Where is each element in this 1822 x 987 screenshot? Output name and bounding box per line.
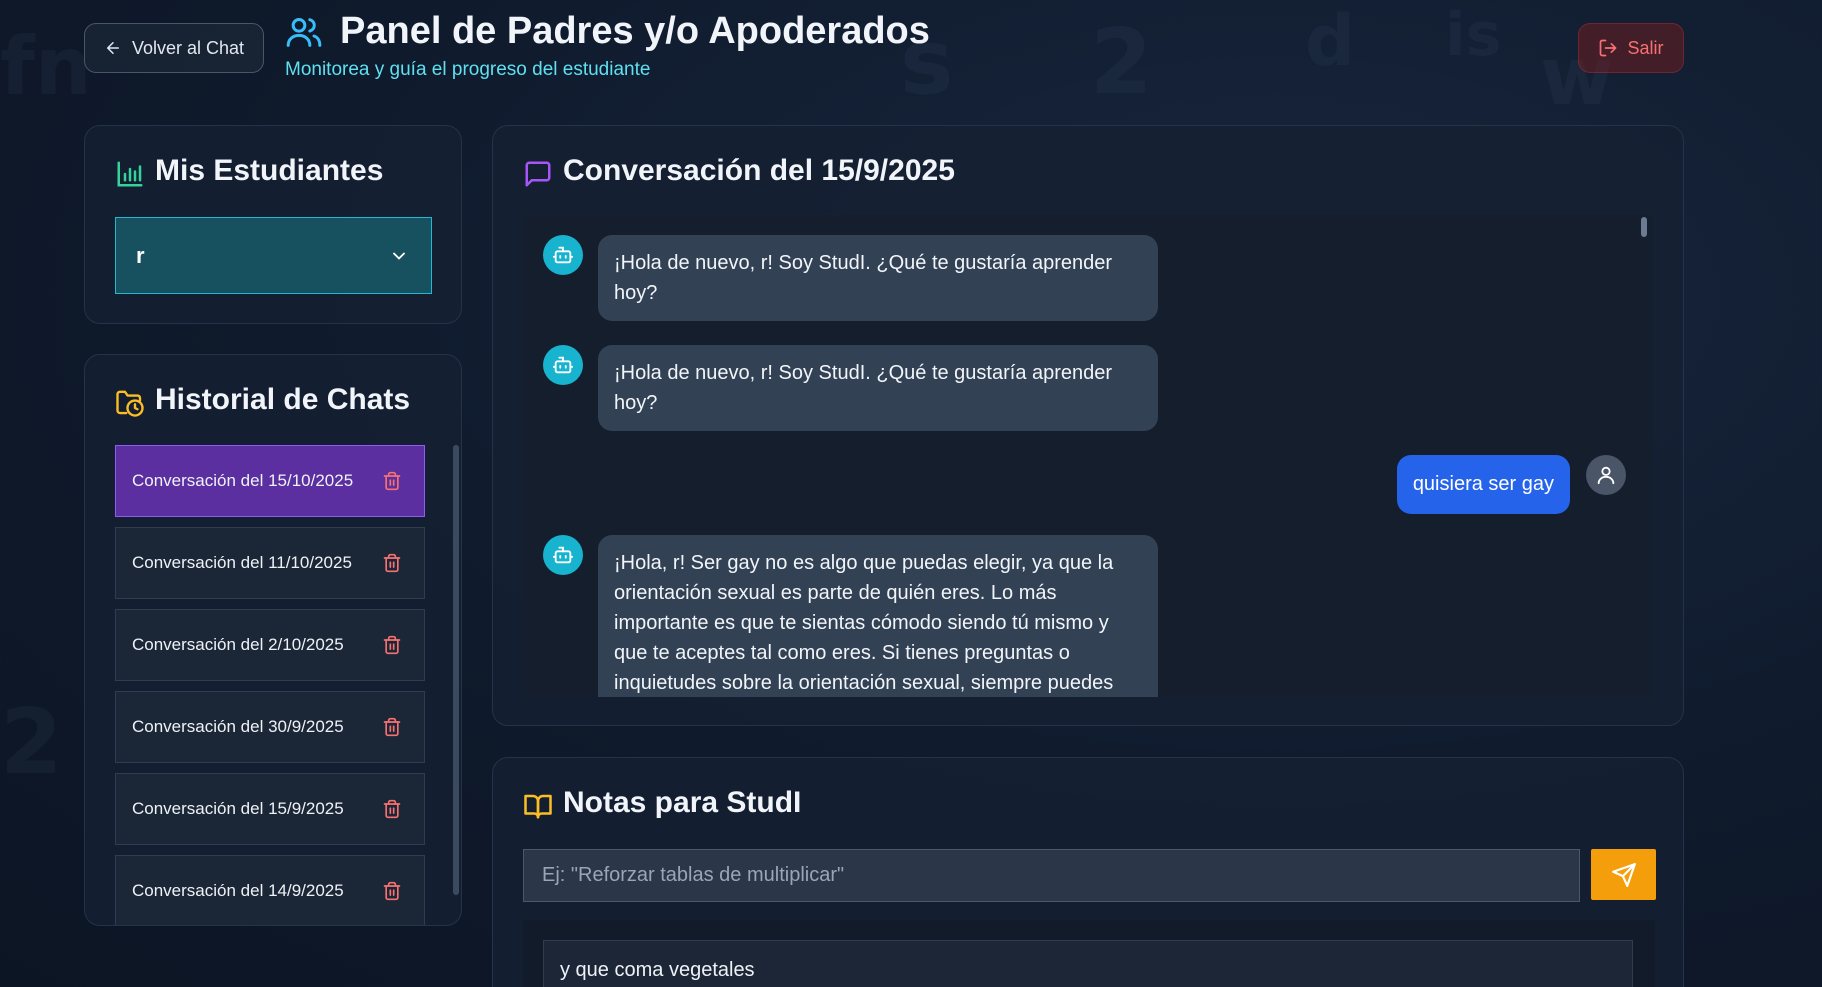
- user-avatar: [1586, 455, 1626, 495]
- bot-icon: [552, 546, 574, 564]
- folder-clock-icon: [116, 390, 144, 417]
- history-item-label: Conversación del 15/9/2025: [132, 799, 344, 818]
- history-item-label: Conversación del 30/9/2025: [132, 717, 344, 736]
- users-icon: [286, 18, 322, 47]
- note-input[interactable]: [523, 849, 1580, 902]
- send-note-button[interactable]: [1591, 849, 1656, 900]
- history-item-label: Conversación del 14/9/2025: [132, 881, 344, 900]
- trash-icon[interactable]: [382, 471, 402, 491]
- student-select[interactable]: r: [115, 217, 432, 294]
- history-item-label: Conversación del 11/10/2025: [132, 553, 352, 572]
- user-message: quisiera ser gay: [1396, 455, 1626, 514]
- bot-avatar: [543, 235, 583, 275]
- bot-icon: [552, 246, 574, 264]
- logout-icon: [1600, 39, 1617, 57]
- user-icon: [1597, 466, 1615, 485]
- back-to-chat-button[interactable]: Volver al Chat: [84, 23, 264, 73]
- trash-icon[interactable]: [382, 881, 402, 901]
- notes-title: Notas para StudI: [563, 786, 802, 819]
- user-bubble: quisiera ser gay: [1396, 455, 1570, 514]
- trash-icon[interactable]: [382, 799, 402, 819]
- arrow-left-icon: [106, 42, 119, 54]
- logout-label: Salir: [1627, 37, 1664, 58]
- send-icon: [1611, 862, 1636, 887]
- bar-chart-icon: [117, 161, 143, 187]
- bot-bubble: ¡Hola de nuevo, r! Soy StudI. ¿Qué te gu…: [598, 235, 1158, 321]
- bot-avatar: [543, 535, 583, 575]
- conversation-card: Conversación del 15/9/2025 ¡Hola de nuev…: [492, 125, 1684, 726]
- history-scrollbar-thumb[interactable]: [453, 445, 459, 895]
- chat-scrollbar-thumb[interactable]: [1641, 217, 1647, 237]
- trash-icon[interactable]: [382, 553, 402, 573]
- note-item: y que coma vegetales: [543, 940, 1633, 987]
- bot-icon: [552, 356, 574, 374]
- history-item[interactable]: Conversación del 11/10/2025: [115, 527, 425, 599]
- history-item[interactable]: Conversación del 15/9/2025: [115, 773, 425, 845]
- bot-message: ¡Hola, r! Ser gay no es algo que puedas …: [543, 535, 1158, 697]
- history-item[interactable]: Conversación del 14/9/2025: [115, 855, 425, 925]
- bot-avatar: [543, 345, 583, 385]
- page-subtitle: Monitorea y guía el progreso del estudia…: [285, 59, 651, 80]
- history-item[interactable]: Conversación del 2/10/2025: [115, 609, 425, 681]
- student-select-value: r: [136, 242, 145, 268]
- trash-icon[interactable]: [382, 717, 402, 737]
- history-item-label: Conversación del 2/10/2025: [132, 635, 344, 654]
- notes-list: y que coma vegetales: [523, 920, 1655, 987]
- history-card: Historial de Chats Conversación del 15/1…: [84, 354, 462, 926]
- history-list: Conversación del 15/10/2025 Conversación…: [115, 445, 425, 925]
- logout-button[interactable]: Salir: [1578, 23, 1684, 73]
- book-open-icon: [524, 794, 552, 819]
- history-title: Historial de Chats: [155, 383, 411, 416]
- bot-message: ¡Hola de nuevo, r! Soy StudI. ¿Qué te gu…: [543, 345, 1158, 431]
- bot-message: ¡Hola de nuevo, r! Soy StudI. ¿Qué te gu…: [543, 235, 1158, 321]
- message-square-icon: [525, 161, 551, 187]
- page-title: Panel de Padres y/o Apoderados: [340, 10, 930, 52]
- students-title: Mis Estudiantes: [155, 154, 384, 187]
- chat-messages[interactable]: ¡Hola de nuevo, r! Soy StudI. ¿Qué te gu…: [523, 215, 1653, 697]
- bot-bubble: ¡Hola de nuevo, r! Soy StudI. ¿Qué te gu…: [598, 345, 1158, 431]
- conversation-title: Conversación del 15/9/2025: [563, 154, 955, 187]
- notes-card: Notas para StudI y que coma vegetales: [492, 757, 1684, 987]
- trash-icon[interactable]: [382, 635, 402, 655]
- chevron-down-icon: [393, 252, 405, 260]
- history-item[interactable]: Conversación del 15/10/2025: [115, 445, 425, 517]
- students-card: Mis Estudiantes r: [84, 125, 462, 324]
- history-item[interactable]: Conversación del 30/9/2025: [115, 691, 425, 763]
- back-to-chat-label: Volver al Chat: [131, 37, 245, 58]
- history-item-label: Conversación del 15/10/2025: [132, 471, 354, 490]
- bot-bubble: ¡Hola, r! Ser gay no es algo que puedas …: [598, 535, 1158, 697]
